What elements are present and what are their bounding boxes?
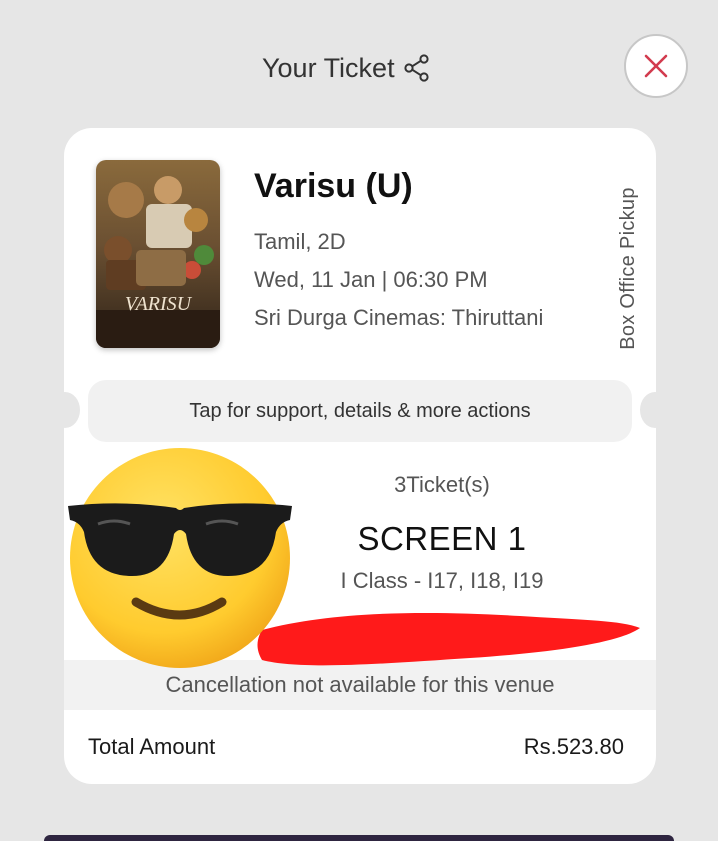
sunglasses-emoji xyxy=(68,448,292,668)
bottom-bar xyxy=(44,835,674,841)
redaction-scribble xyxy=(257,612,640,666)
